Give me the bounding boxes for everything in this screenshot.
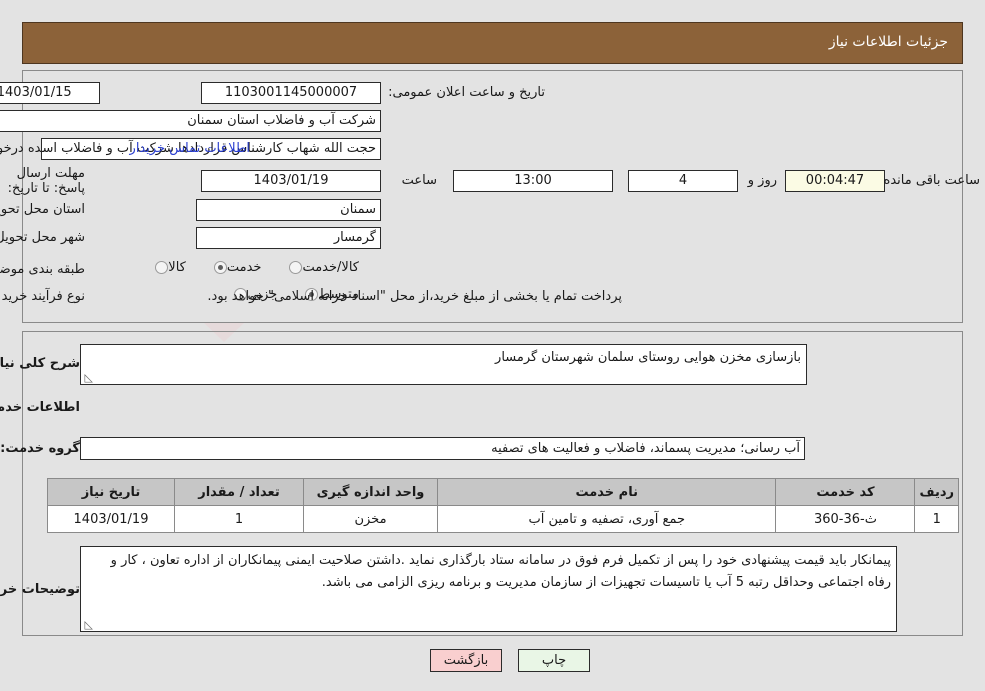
cell-service-name: جمع آوری، تصفیه و تامین آب (436, 505, 777, 533)
deadline-time-label: ساعت (401, 173, 437, 188)
column-header-row: ردیف (914, 478, 959, 506)
column-header-quantity: تعداد / مقدار (174, 478, 304, 506)
deadline-date-field[interactable]: 1403/01/19 (201, 170, 381, 192)
cell-row: 1 (914, 505, 959, 533)
deadline-time-field[interactable]: 13:00 (453, 170, 613, 192)
service-items-table: ردیف کد خدمت نام خدمت واحد اندازه گیری ت… (47, 478, 959, 533)
countdown-timer-label: ساعت باقی مانده (883, 173, 980, 188)
subject-category-option-2[interactable]: کالا/خدمت (289, 260, 365, 275)
announcement-datetime-field[interactable]: 1403/01/15 - 12:40 (0, 82, 100, 104)
print-button[interactable]: چاپ (518, 649, 590, 672)
subject-category-label: طبقه بندی موضوعی: (0, 262, 85, 277)
remaining-days-label: روز و (747, 173, 777, 188)
cell-service-code: ث-36-360 (775, 505, 916, 533)
column-header-service-code: کد خدمت (775, 478, 916, 506)
deadline-label: مهلت ارسال پاسخ: تا تاریخ: (7, 166, 85, 196)
announcement-datetime-label: تاریخ و ساعت اعلان عمومی: (388, 85, 545, 100)
subject-category-radio-group[interactable]: کالا خدمت کالا/خدمت (133, 260, 365, 275)
buyer-contact-link[interactable]: اطلاعات تماس خریدار (130, 141, 250, 156)
buyer-notes-label: توضیحات خریدار: (0, 582, 80, 597)
delivery-province-label: استان محل تحویل: (0, 202, 85, 217)
subject-category-option-0[interactable]: کالا (155, 260, 192, 275)
page-title: جزئیات اطلاعات نیاز (828, 34, 948, 50)
buyer-org-field[interactable]: شرکت آب و فاضلاب استان سمنان (0, 110, 381, 132)
resize-grip-icon[interactable]: ◺ (83, 372, 93, 383)
delivery-city-field[interactable]: گرمسار (196, 227, 381, 249)
general-description-textarea[interactable]: بازسازی مخزن هوایی روستای سلمان شهرستان … (80, 344, 807, 385)
treasury-note: پرداخت تمام یا بخشی از مبلغ خرید،از محل … (207, 289, 622, 304)
purchase-process-label: نوع فرآیند خرید : (0, 289, 85, 304)
column-header-unit: واحد اندازه گیری (303, 478, 438, 506)
table-header-row: ردیف کد خدمت نام خدمت واحد اندازه گیری ت… (47, 478, 959, 506)
subject-category-radio-icon-1[interactable] (213, 261, 227, 274)
column-header-service-name: نام خدمت (436, 478, 777, 506)
subject-category-option-label-0: کالا (168, 260, 186, 275)
general-description-value: بازسازی مخزن هوایی روستای سلمان شهرستان … (495, 350, 801, 365)
resize-grip-icon-notes[interactable]: ◺ (83, 619, 93, 630)
delivery-province-field[interactable]: سمنان (196, 199, 381, 221)
service-group-field[interactable]: آب رسانی؛ مدیریت پسماند، فاضلاب و فعالیت… (80, 437, 805, 460)
cell-need-date: 1403/01/19 (47, 505, 175, 533)
column-header-need-date: تاریخ نیاز (47, 478, 175, 506)
subject-category-option-1[interactable]: خدمت (213, 260, 268, 275)
subject-category-option-label-1: خدمت (226, 260, 262, 275)
subject-category-radio-icon-2[interactable] (289, 261, 303, 274)
general-description-label: شرح کلی نیاز: (0, 356, 80, 371)
service-info-section-title: اطلاعات خدمات مورد نیاز (0, 400, 80, 415)
need-info-panel (22, 70, 963, 323)
back-button[interactable]: بازگشت (430, 649, 502, 672)
countdown-timer-field: 00:04:47 (785, 170, 885, 192)
need-number-field[interactable]: 1103001145000007 (201, 82, 381, 104)
cell-quantity: 1 (174, 505, 304, 533)
table-row: 1 ث-36-360 جمع آوری، تصفیه و تامین آب مخ… (47, 505, 959, 533)
cell-unit: مخزن (303, 505, 438, 533)
buyer-notes-value: پیمانکار باید قیمت پیشنهادی خود را پس از… (110, 553, 891, 590)
subject-category-radio-icon-0[interactable] (155, 261, 169, 274)
subject-category-option-label-2: کالا/خدمت (302, 260, 359, 275)
service-group-label: گروه خدمت: (0, 441, 80, 456)
delivery-city-label: شهر محل تحویل: (0, 230, 85, 245)
remaining-days-field[interactable]: 4 (628, 170, 738, 192)
page-header-bar: جزئیات اطلاعات نیاز (22, 22, 963, 64)
buyer-notes-textarea[interactable]: پیمانکار باید قیمت پیشنهادی خود را پس از… (80, 546, 897, 632)
